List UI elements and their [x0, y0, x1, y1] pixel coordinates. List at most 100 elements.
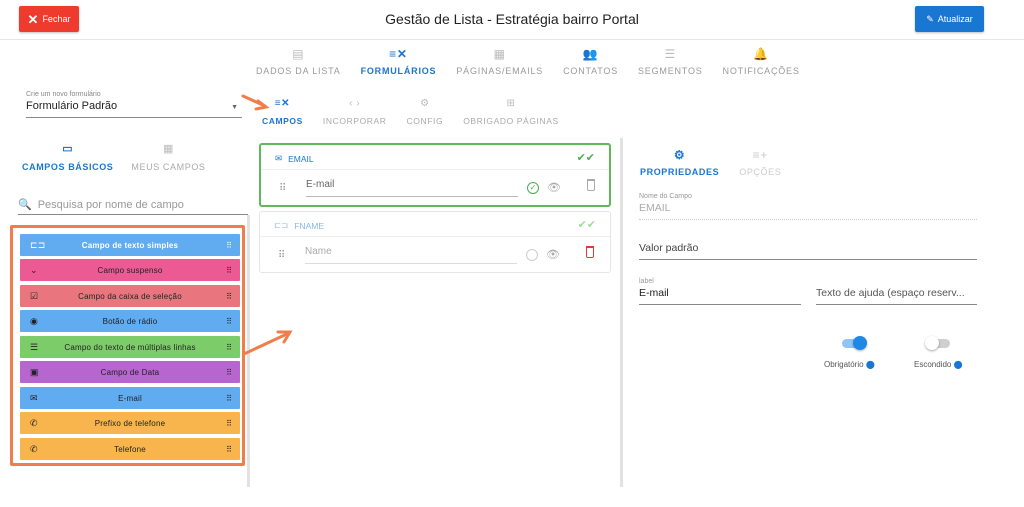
caret-down-icon: ▼	[231, 104, 238, 111]
playlist-add-icon: ≡+	[752, 148, 768, 162]
field-name-label: Nome do Campo	[639, 193, 692, 200]
required-check-icon[interactable]: ✓	[527, 182, 539, 194]
tab-incorporar[interactable]: ‹ › INCORPORAR	[323, 97, 387, 126]
field-card-title: EMAIL	[288, 153, 314, 164]
hidden-toggle-label: Escondido ⬤	[914, 360, 963, 369]
palette-item[interactable]: ▣ Campo de Data ⠿	[20, 361, 240, 383]
drag-handle-icon: ⠿	[226, 367, 232, 377]
palette-item[interactable]: ⊏⊐ Campo de texto simples ⠿	[20, 234, 240, 256]
gears-icon: ⚙	[673, 148, 686, 162]
palette-item-label: Campo da caixa de seleção	[78, 291, 182, 301]
properties-tabs: ⚙ PROPRIEDADES ≡+ OPÇÕES	[640, 148, 801, 177]
palette-item-label: Prefixo de telefone	[94, 418, 166, 428]
tab-campos[interactable]: ≡✕ CAMPOS	[262, 97, 303, 126]
tab-label: CONFIG	[406, 116, 444, 126]
tab-label: NOTIFICAÇÕES	[722, 66, 800, 76]
text-field-icon: ⊏⊐	[30, 239, 46, 250]
hidden-toggle[interactable]	[925, 336, 950, 350]
update-button-label: Atualizar	[937, 14, 973, 24]
gear-icon: ⚙	[420, 98, 430, 109]
field-card-header: ✉ EMAIL	[275, 153, 314, 164]
tab-label: PROPRIEDADES	[640, 167, 720, 177]
palette-item-label: Telefone	[114, 444, 146, 454]
field-preview-input[interactable]: Name	[305, 246, 517, 264]
label-input[interactable]: E-mail	[639, 287, 801, 305]
field-card-title: FNAME	[294, 220, 324, 231]
update-button[interactable]: ✎ Atualizar	[915, 6, 984, 32]
palette-item[interactable]: ☑ Campo da caixa de seleção ⠿	[20, 285, 240, 307]
tab-config[interactable]: ⚙ CONFIG	[407, 97, 444, 126]
text-field-icon: ⊏⊐	[274, 220, 289, 230]
email-icon: ✉	[30, 392, 38, 403]
info-pin-icon: ⬤	[865, 360, 875, 369]
palette-item-label: Botão de rádio	[102, 316, 158, 326]
default-value-input[interactable]: Valor padrão	[639, 242, 977, 260]
palette-item-label: Campo do texto de múltiplas linhas	[64, 342, 196, 352]
tab-label: DADOS DA LISTA	[256, 66, 341, 76]
palette-item[interactable]: ✆ Prefixo de telefone ⠿	[20, 412, 240, 434]
left-tabs: ▭ CAMPOS BÁSICOS ▦ MEUS CAMPOS	[22, 142, 222, 172]
tab-label: CAMPOS	[262, 116, 303, 126]
tab-notificacoes[interactable]: 🔔 NOTIFICAÇÕES	[713, 46, 810, 80]
eye-icon[interactable]: 👁	[546, 248, 560, 261]
tab-obrigado-paginas[interactable]: ⊞ OBRIGADO PÁGINAS	[463, 97, 559, 126]
pencil-icon: ✎	[926, 13, 934, 24]
label-field-label: label	[639, 278, 654, 285]
form-select[interactable]: Formulário Padrão ▼	[26, 100, 242, 118]
pages-icon: ▦	[493, 47, 506, 61]
required-toggle[interactable]	[842, 336, 867, 350]
input-icon: ▭	[62, 143, 74, 155]
chevron-down-icon: ⌄	[30, 264, 38, 275]
drag-handle-icon: ⠿	[226, 316, 232, 326]
filter-icon: ☰	[664, 47, 677, 61]
drag-handle-icon[interactable]: ⠿	[279, 183, 286, 194]
palette-item[interactable]: ✉ E-mail ⠿	[20, 387, 240, 409]
fields-icon: ≡✕	[274, 98, 291, 109]
arrow-head	[276, 330, 293, 344]
tab-paginas-emails[interactable]: ▦ PÁGINAS/EMAILS	[446, 46, 553, 80]
palette-item[interactable]: ⌄ Campo suspenso ⠿	[20, 259, 240, 281]
drag-handle-icon: ⠿	[226, 240, 232, 250]
tab-contatos[interactable]: 👥 CONTATOS	[553, 46, 628, 80]
form-field-card-email[interactable]: ✉ EMAIL ✔✔ ⠿ E-mail ✓ 👁	[259, 143, 611, 207]
tab-formularios[interactable]: ≡✕ FORMULÁRIOS	[351, 46, 447, 80]
code-icon: ‹ ›	[349, 98, 361, 109]
tab-label: CONTATOS	[563, 66, 618, 76]
palette-item[interactable]: ☰ Campo do texto de múltiplas linhas ⠿	[20, 336, 240, 358]
palette-item-label: Campo de texto simples	[81, 240, 179, 250]
toggle-knob	[853, 336, 867, 350]
left-scrollbar[interactable]	[247, 215, 250, 487]
main-tabs: ▤ DADOS DA LISTA ≡✕ FORMULÁRIOS ▦ PÁGINA…	[246, 46, 810, 80]
tab-label: OBRIGADO PÁGINAS	[463, 116, 559, 126]
tab-label: OPÇÕES	[739, 167, 782, 177]
eye-icon[interactable]: 👁	[547, 181, 561, 194]
tab-segmentos[interactable]: ☰ SEGMENTOS	[628, 46, 713, 80]
form-icon: ≡✕	[389, 47, 408, 61]
field-preview-input[interactable]: E-mail	[306, 179, 518, 197]
radio-icon: ◉	[30, 315, 39, 326]
required-check-icon[interactable]: ✓	[526, 249, 538, 261]
middle-scrollbar[interactable]	[620, 138, 623, 487]
search-icon: 🔍	[18, 199, 32, 211]
palette-item[interactable]: ◉ Botão de rádio ⠿	[20, 310, 240, 332]
tab-propriedades[interactable]: ⚙ PROPRIEDADES	[640, 148, 719, 177]
sub-tabs: ≡✕ CAMPOS ‹ › INCORPORAR ⚙ CONFIG ⊞ OBRI…	[262, 97, 579, 126]
trash-icon[interactable]	[586, 246, 594, 258]
list-icon: ▤	[292, 47, 305, 61]
drag-handle-icon[interactable]: ⠿	[278, 250, 285, 261]
drag-handle-icon: ⠿	[226, 393, 232, 403]
drag-handle-icon: ⠿	[226, 291, 232, 301]
app-window: ✕ Fechar Gestão de Lista - Estratégia ba…	[0, 0, 1024, 507]
field-search[interactable]: 🔍 Pesquisa por nome de campo	[18, 195, 248, 215]
toggle-knob	[925, 336, 939, 350]
tab-label: SEGMENTOS	[638, 66, 703, 76]
tab-opcoes[interactable]: ≡+ OPÇÕES	[739, 148, 781, 177]
tab-label: MEUS CAMPOS	[131, 162, 206, 172]
help-text-input[interactable]: Texto de ajuda (espaço reserv...	[816, 287, 977, 305]
form-field-card-fname[interactable]: ⊏⊐ FNAME ✔✔ ⠿ Name ✓ 👁	[259, 211, 611, 273]
tab-campos-basicos[interactable]: ▭ CAMPOS BÁSICOS	[22, 142, 113, 172]
tab-meus-campos[interactable]: ▦ MEUS CAMPOS	[131, 142, 205, 172]
palette-item[interactable]: ✆ Telefone ⠿	[20, 438, 240, 460]
tab-dados-da-lista[interactable]: ▤ DADOS DA LISTA	[246, 46, 351, 80]
trash-icon[interactable]	[587, 179, 595, 191]
